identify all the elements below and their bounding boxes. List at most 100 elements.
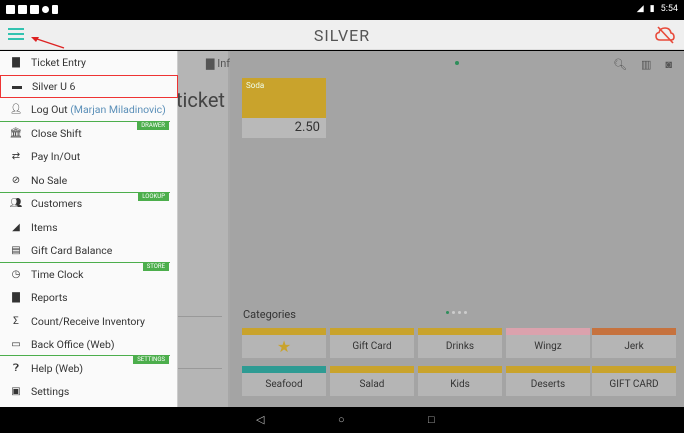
menu-item-store[interactable]: ▬ Silver U 6 <box>0 74 178 98</box>
items-icon: ◢ <box>12 221 20 233</box>
menu-item-label: Back Office (Web) <box>31 338 115 352</box>
menu-item-customers[interactable]: 👥︎ Customers <box>0 192 178 216</box>
status-time: 5:54 <box>660 4 678 14</box>
menu-item-no-sale[interactable]: ⊘ No Sale <box>0 169 178 193</box>
category-color-bar <box>506 328 590 335</box>
category-favorites[interactable]: ★ <box>242 328 326 358</box>
page-indicator <box>455 61 459 65</box>
page-dot <box>458 311 461 314</box>
categories-label: Categories <box>243 308 296 321</box>
category-label: Wingz <box>534 340 562 352</box>
search-icon[interactable]: 🔍︎ <box>613 58 627 71</box>
menu-item-sublabel: (Marjan Miladinovic) <box>70 103 166 117</box>
menu-item-label: Reports <box>31 291 68 305</box>
ticket-heading: ticket <box>176 88 225 112</box>
person-icon: 👤︎ <box>9 104 23 116</box>
notification-icons <box>6 5 58 14</box>
page-dot <box>446 311 449 314</box>
category-seafood[interactable]: Seafood <box>242 366 326 396</box>
menu-item-label: Close Shift <box>31 126 82 140</box>
menu-item-help[interactable]: ❓︎ Help (Web) <box>0 357 178 381</box>
category-color-bar <box>330 328 414 335</box>
menu-item-label: Help (Web) <box>31 361 84 375</box>
notification-icon <box>6 5 15 14</box>
category-label: Deserts <box>530 378 566 390</box>
menu-item-label: Ticket Entry <box>31 56 86 70</box>
category-gift-card[interactable]: Gift Card <box>330 328 414 358</box>
toolbar-icons: 🔍︎ ▥ ◙ <box>613 58 672 71</box>
menu-item-label: Customers <box>31 197 83 211</box>
system-nav-bar: ◁ ○ □ <box>0 407 684 433</box>
notification-icon <box>18 5 27 14</box>
category-label: GIFT CARD <box>609 378 659 390</box>
category-color-bar <box>418 328 502 335</box>
category-label: Kids <box>450 378 470 390</box>
back-icon[interactable]: ◁ <box>256 413 264 426</box>
category-label: Seafood <box>265 378 303 390</box>
category-color-bar <box>506 366 590 373</box>
menu-item-label: No Sale <box>31 173 68 187</box>
category-label: Drinks <box>445 340 475 352</box>
menu-item-log-out[interactable]: 👤︎ Log Out (Marjan Miladinovic) <box>0 98 178 122</box>
clock-icon: ◷ <box>11 268 21 280</box>
menu-item-label: Pay In/Out <box>31 150 81 164</box>
product-price: 2.50 <box>242 118 326 138</box>
swap-icon: ⇄ <box>11 151 21 163</box>
menu-item-label: Items <box>31 220 58 234</box>
page-dot <box>464 311 467 314</box>
category-label: Salad <box>359 378 385 390</box>
app-logo: SILVER <box>313 26 371 45</box>
notification-icon <box>30 5 39 14</box>
menu-item-pay-in-out[interactable]: ⇄ Pay In/Out <box>0 145 178 169</box>
camera-icon[interactable]: ◙ <box>665 58 672 71</box>
monitor-icon: ▭ <box>11 339 21 351</box>
category-color-bar <box>592 366 676 373</box>
people-icon: 👥︎ <box>9 198 23 210</box>
category-wingz[interactable]: Wingz <box>506 328 590 358</box>
page-dot <box>452 311 455 314</box>
home-icon[interactable]: ○ <box>338 413 345 426</box>
ticket-action-button[interactable] <box>178 316 222 346</box>
category-kids[interactable]: Kids <box>418 366 502 396</box>
menu-item-close-shift[interactable]: 🏛︎ Close Shift <box>0 122 178 146</box>
product-tile-soda[interactable]: Soda <box>242 78 326 118</box>
star-icon: ★ <box>276 336 292 356</box>
category-drinks[interactable]: Drinks <box>418 328 502 358</box>
category-color-bar <box>242 366 326 373</box>
category-gift-card-upper[interactable]: GIFT CARD <box>592 366 676 396</box>
document-icon: ▇ <box>12 57 20 69</box>
sigma-icon: Σ <box>13 315 19 327</box>
menu-item-time-clock[interactable]: ◷ Time Clock <box>0 263 178 287</box>
menu-item-label: Time Clock <box>31 267 84 281</box>
cloud-offline-icon[interactable] <box>654 25 676 45</box>
block-icon: ⊘ <box>11 174 21 186</box>
menu-item-back-office[interactable]: ▭ Back Office (Web) <box>0 333 178 357</box>
category-color-bar <box>418 366 502 373</box>
category-label: Gift Card <box>352 340 392 352</box>
status-bar: ◢ ▮ 5:54 <box>0 0 684 20</box>
menu-item-count-receive-inventory[interactable]: Σ Count/Receive Inventory <box>0 310 178 334</box>
ticket-action-button[interactable] <box>178 368 222 398</box>
category-jerk[interactable]: Jerk <box>592 328 676 358</box>
barcode-icon[interactable]: ▥ <box>641 58 651 71</box>
product-name: Soda <box>246 81 265 90</box>
signal-icon: ◢ <box>636 4 644 14</box>
menu-item-label: Settings <box>31 385 70 399</box>
menu-item-items[interactable]: ◢ Items <box>0 216 178 240</box>
menu-item-reports[interactable]: ▇ Reports <box>0 286 178 310</box>
navigation-drawer: ▇ Ticket Entry ▬ Silver U 6 👤︎ Log Out (… <box>0 51 178 407</box>
category-page-dots <box>446 311 467 314</box>
report-icon: ▇ <box>12 292 20 304</box>
menu-item-settings[interactable]: ▣ Settings <box>0 380 178 404</box>
menu-item-gift-card-balance[interactable]: ▤ Gift Card Balance <box>0 239 178 263</box>
bank-icon: 🏛︎ <box>9 127 23 139</box>
battery-icon: ▮ <box>649 4 655 14</box>
menu-item-label: Log Out <box>31 103 68 117</box>
category-salad[interactable]: Salad <box>330 366 414 396</box>
recents-icon[interactable]: □ <box>428 413 435 426</box>
category-deserts[interactable]: Deserts <box>506 366 590 396</box>
category-color-bar <box>592 328 676 335</box>
menu-item-ticket-entry[interactable]: ▇ Ticket Entry <box>0 51 178 75</box>
help-icon: ❓︎ <box>12 362 19 374</box>
category-color-bar <box>242 328 326 335</box>
